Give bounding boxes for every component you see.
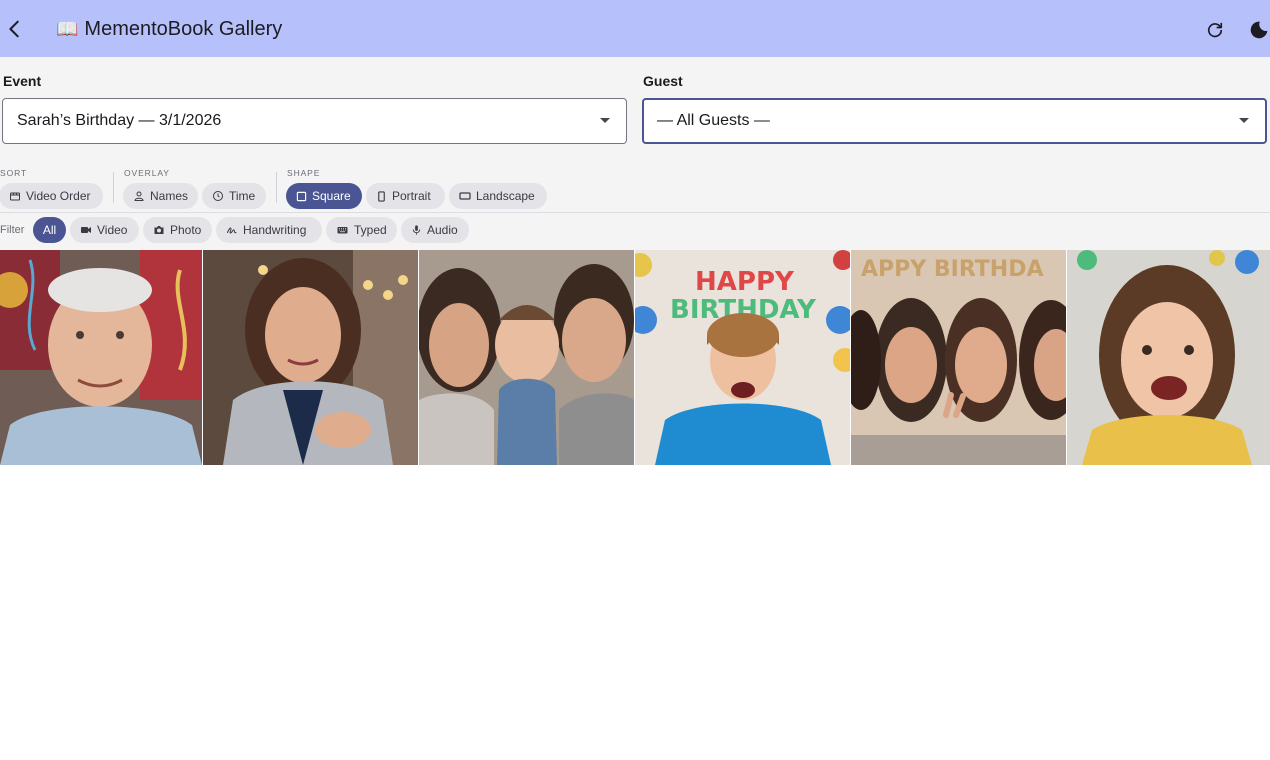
chevron-left-icon (9, 20, 19, 38)
camera-icon (154, 226, 164, 234)
filter-all-chip[interactable]: All (33, 217, 66, 243)
sort-group-label: SORT (0, 168, 28, 178)
photo-thumbnail (1067, 250, 1270, 465)
guest-label: Guest (643, 73, 683, 89)
chip-label: All (42, 223, 57, 237)
open-book-icon: 📖 (56, 19, 79, 39)
chip-label: Video Order (26, 189, 91, 203)
event-label: Event (3, 73, 42, 89)
dropdown-arrow-icon (1239, 118, 1249, 123)
gallery-tile[interactable]: APPY BIRTHDA (851, 250, 1066, 465)
chip-label: Audio (427, 223, 458, 237)
gallery-tile[interactable] (0, 250, 202, 465)
chip-label: Landscape (476, 189, 535, 203)
chip-label: Video (97, 223, 128, 237)
chip-label: Time (229, 189, 256, 203)
photo-thumbnail (419, 250, 634, 465)
videocam-icon (81, 227, 91, 233)
controls-panel: Event Sarah’s Birthday — 3/1/2026 Guest … (0, 57, 1270, 212)
shape-portrait-chip[interactable]: Portrait (366, 183, 445, 209)
chip-label: Photo (170, 223, 202, 237)
chip-label: Names (150, 189, 189, 203)
app-bar: 📖 MementoBook Gallery (0, 0, 1270, 57)
filter-handwriting-chip[interactable]: Handwriting (216, 217, 322, 243)
refresh-icon (1207, 22, 1223, 38)
page-title: 📖 MementoBook Gallery (56, 18, 282, 41)
keyboard-icon (337, 227, 348, 234)
filter-bar: Filter All Video Photo Handwriting Typed… (0, 213, 1270, 250)
gallery-tile[interactable] (419, 250, 634, 465)
microphone-icon (412, 225, 421, 235)
filter-photo-chip[interactable]: Photo (143, 217, 212, 243)
gallery-tile[interactable] (203, 250, 418, 465)
photo-thumbnail (203, 250, 418, 465)
page-title-text: MementoBook Gallery (84, 18, 283, 40)
dropdown-arrow-icon (600, 118, 610, 123)
group-divider (113, 172, 114, 203)
chip-label: Portrait (392, 189, 431, 203)
photo-thumbnail: HAPPY BIRTHDAY (635, 250, 850, 465)
person-icon (134, 191, 144, 201)
chip-label: Handwriting (243, 223, 307, 237)
overlay-group-label: OVERLAY (124, 168, 170, 178)
back-button[interactable] (0, 14, 30, 44)
gallery-tile[interactable] (1067, 250, 1270, 465)
clapperboard-icon (10, 192, 20, 201)
event-select-value: Sarah’s Birthday — 3/1/2026 (17, 112, 222, 129)
guest-select[interactable]: — All Guests — (642, 98, 1267, 144)
filter-label: Filter (0, 224, 25, 236)
filter-audio-chip[interactable]: Audio (401, 217, 469, 243)
shape-landscape-chip[interactable]: Landscape (449, 183, 547, 209)
svg-text:APPY BIRTHDA: APPY BIRTHDA (861, 257, 1043, 282)
svg-text:HAPPY: HAPPY (695, 267, 795, 297)
overlay-names-chip[interactable]: Names (123, 183, 198, 209)
portrait-icon (378, 190, 385, 202)
filter-video-chip[interactable]: Video (70, 217, 139, 243)
gallery-tile[interactable]: HAPPY BIRTHDAY (635, 250, 850, 465)
photo-thumbnail: APPY BIRTHDA (851, 250, 1066, 465)
guest-select-value: — All Guests — (657, 112, 770, 129)
chip-label: Typed (354, 223, 387, 237)
group-divider (276, 172, 277, 203)
overlay-time-chip[interactable]: Time (202, 183, 266, 209)
dark-mode-moon-icon (1250, 21, 1268, 39)
filter-typed-chip[interactable]: Typed (326, 217, 397, 243)
clock-icon (213, 191, 223, 201)
sort-video-order-chip[interactable]: Video Order (0, 183, 103, 209)
square-icon (296, 191, 307, 201)
shape-group-label: SHAPE (287, 168, 321, 178)
shape-square-chip[interactable]: Square (286, 183, 362, 209)
handwriting-icon (227, 227, 237, 234)
landscape-icon (459, 192, 471, 200)
event-select[interactable]: Sarah’s Birthday — 3/1/2026 (2, 98, 627, 144)
chip-label: Square (312, 189, 351, 203)
refresh-button[interactable] (1202, 17, 1228, 43)
photo-thumbnail (0, 250, 202, 465)
photo-gallery: HAPPY BIRTHDAY APPY BIRTHDA (0, 250, 1270, 465)
theme-toggle-button[interactable] (1246, 17, 1270, 43)
